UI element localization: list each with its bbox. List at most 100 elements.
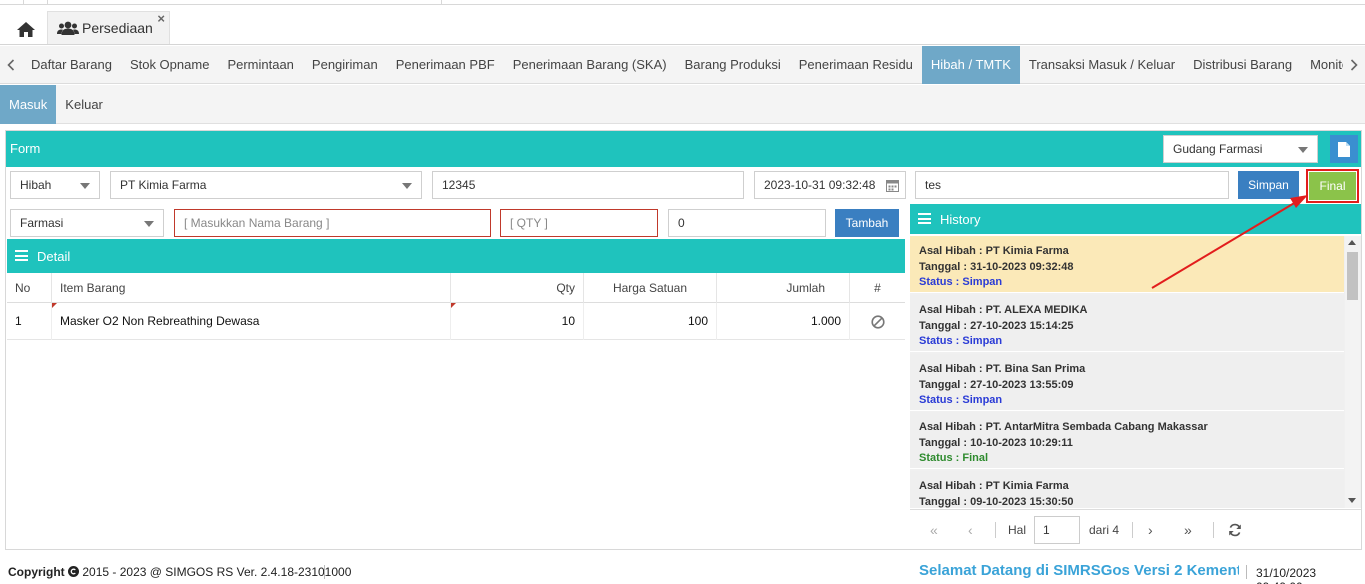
history-tanggal: Tanggal : 27-10-2023 15:14:25: [919, 319, 1074, 332]
final-button[interactable]: Final: [1309, 172, 1356, 200]
menu-item-monitoring[interactable]: Monitoring: [1301, 46, 1343, 84]
ban-icon[interactable]: [870, 314, 885, 329]
keterangan-input[interactable]: tes: [915, 171, 1229, 199]
menu-item-stok-opname[interactable]: Stok Opname: [121, 46, 219, 84]
detail-header: Detail: [7, 239, 905, 273]
chevron-left-icon: [7, 59, 15, 71]
app-tab-persediaan[interactable]: Persediaan ×: [47, 11, 170, 44]
menu-item-distribusi-barang[interactable]: Distribusi Barang: [1184, 46, 1301, 84]
cell-no: 1: [7, 303, 52, 340]
tambah-button[interactable]: Tambah: [835, 209, 899, 237]
chevron-down-icon: [402, 183, 412, 189]
menu-item-hibah-tmtk[interactable]: Hibah / TMTK: [921, 46, 1020, 84]
prev-page-icon[interactable]: ‹: [968, 522, 973, 538]
menu-scroll-left[interactable]: [0, 46, 22, 84]
col-harga: Harga Satuan: [584, 273, 717, 303]
history-status: Status : Simpan: [919, 335, 1003, 347]
form-title: Form: [10, 141, 41, 156]
menu-item-transaksi-masuk-keluar[interactable]: Transaksi Masuk / Keluar: [1020, 46, 1184, 84]
copyright-label: Copyright: [8, 565, 65, 579]
col-qty: Qty: [451, 273, 584, 303]
page-input[interactable]: 1: [1034, 516, 1080, 544]
pager-divider: [1213, 522, 1214, 538]
tanggal-input[interactable]: 2023-10-31 09:32:48: [754, 171, 906, 199]
new-document-button[interactable]: [1330, 135, 1358, 163]
history-asal: Asal Hibah : PT. Bina San Prima: [919, 363, 1086, 375]
home-button[interactable]: [8, 13, 44, 45]
gudang-select[interactable]: Gudang Farmasi: [1163, 135, 1318, 163]
detail-table: No Item Barang Qty Harga Satuan Jumlah #…: [7, 273, 905, 340]
col-jumlah: Jumlah: [717, 273, 850, 303]
cell-item[interactable]: Masker O2 Non Rebreathing Dewasa: [52, 303, 451, 340]
table-row[interactable]: 1 Masker O2 Non Rebreathing Dewasa 10 10…: [7, 303, 905, 340]
harga-input[interactable]: 0: [668, 209, 826, 237]
history-list: Asal Hibah : PT Kimia Farma Tanggal : 31…: [910, 236, 1361, 508]
pager-divider: [995, 522, 996, 538]
history-item[interactable]: Asal Hibah : PT. ALEXA MEDIKA Tanggal : …: [910, 295, 1344, 352]
final-button-highlight: Final: [1306, 169, 1359, 203]
simpan-button[interactable]: Simpan: [1238, 171, 1299, 199]
jenis-select[interactable]: Hibah: [10, 171, 100, 199]
gudang-value: Gudang Farmasi: [1173, 142, 1263, 156]
close-icon[interactable]: ×: [157, 11, 165, 26]
menu-item-penerimaan-barang-ska[interactable]: Penerimaan Barang (SKA): [504, 46, 676, 84]
col-item: Item Barang: [52, 273, 451, 303]
home-icon: [17, 21, 35, 37]
asal-value: PT Kimia Farma: [120, 178, 207, 192]
app-tab-bar: Persediaan ×: [0, 5, 1365, 45]
history-item[interactable]: Asal Hibah : PT Kimia Farma Tanggal : 31…: [910, 236, 1344, 293]
menu-item-pengiriman[interactable]: Pengiriman: [303, 46, 387, 84]
calendar-icon[interactable]: [886, 179, 899, 192]
menu-items: Daftar Barang Stok Opname Permintaan Pengir…: [22, 46, 1343, 84]
list-icon: [918, 213, 931, 224]
nomor-input[interactable]: 12345: [432, 171, 744, 199]
refresh-icon[interactable]: [1228, 523, 1242, 537]
history-asal: Asal Hibah : PT. ALEXA MEDIKA: [919, 304, 1088, 316]
footer: Copyright 2015 - 2023 @ SIMGOS RS Ver. 2…: [0, 556, 1365, 584]
pager-total-label: dari 4: [1089, 523, 1120, 537]
history-asal: Asal Hibah : PT Kimia Farma: [919, 480, 1069, 492]
cell-action: [850, 303, 905, 340]
chevron-down-icon: [144, 221, 154, 227]
menu-scroll-right[interactable]: [1343, 46, 1365, 84]
history-tanggal: Tanggal : 10-10-2023 10:29:11: [919, 436, 1073, 449]
asal-select[interactable]: PT Kimia Farma: [110, 171, 422, 199]
cell-qty[interactable]: 10: [451, 303, 584, 340]
scroll-up-icon[interactable]: [1348, 240, 1356, 245]
qty-input[interactable]: [ QTY ]: [500, 209, 658, 237]
menu-item-penerimaan-pbf[interactable]: Penerimaan PBF: [387, 46, 504, 84]
pager-divider: [1132, 522, 1133, 538]
history-item[interactable]: Asal Hibah : PT. AntarMitra Sembada Caba…: [910, 412, 1344, 469]
menu-item-penerimaan-residu[interactable]: Penerimaan Residu: [790, 46, 922, 84]
kategori-select[interactable]: Farmasi: [10, 209, 164, 237]
next-page-icon[interactable]: ›: [1148, 522, 1153, 538]
users-icon: [57, 21, 79, 35]
history-scrollbar[interactable]: [1345, 236, 1360, 508]
menu-item-permintaan[interactable]: Permintaan: [218, 46, 302, 84]
copyright-version: 2015 - 2023 @ SIMGOS RS Ver. 2.4.18-2310…: [82, 565, 352, 579]
history-status: Status : Simpan: [919, 276, 1003, 288]
last-page-icon[interactable]: »: [1184, 522, 1192, 538]
history-tanggal: Tanggal : 27-10-2023 13:55:09: [919, 378, 1074, 391]
copyright-icon: [68, 566, 80, 577]
menu-item-daftar-barang[interactable]: Daftar Barang: [22, 46, 121, 84]
history-item[interactable]: Asal Hibah : PT Kimia Farma Tanggal : 09…: [910, 471, 1344, 508]
menu-item-barang-produksi[interactable]: Barang Produksi: [676, 46, 790, 84]
first-page-icon[interactable]: «: [930, 522, 938, 538]
cell-jumlah: 1.000: [717, 303, 850, 340]
history-item[interactable]: Asal Hibah : PT. Bina San Prima Tanggal …: [910, 354, 1344, 411]
sub-tabs: Masuk Keluar: [0, 85, 1365, 124]
history-status: Status : Simpan: [919, 394, 1003, 406]
subtab-masuk[interactable]: Masuk: [0, 85, 57, 124]
subtab-keluar[interactable]: Keluar: [56, 85, 112, 124]
module-menu: Daftar Barang Stok Opname Permintaan Pengir…: [0, 46, 1365, 84]
dirty-marker: [451, 303, 456, 308]
scroll-down-icon[interactable]: [1348, 498, 1356, 503]
file-icon: [1338, 141, 1350, 157]
scroll-thumb[interactable]: [1347, 252, 1358, 300]
nama-barang-input[interactable]: [ Masukkan Nama Barang ]: [174, 209, 491, 237]
cell-harga[interactable]: 100: [584, 303, 717, 340]
history-pager: « ‹ Hal 1 dari 4 › »: [910, 509, 1361, 549]
chevron-down-icon: [1298, 147, 1308, 153]
history-asal: Asal Hibah : PT Kimia Farma: [919, 245, 1069, 257]
